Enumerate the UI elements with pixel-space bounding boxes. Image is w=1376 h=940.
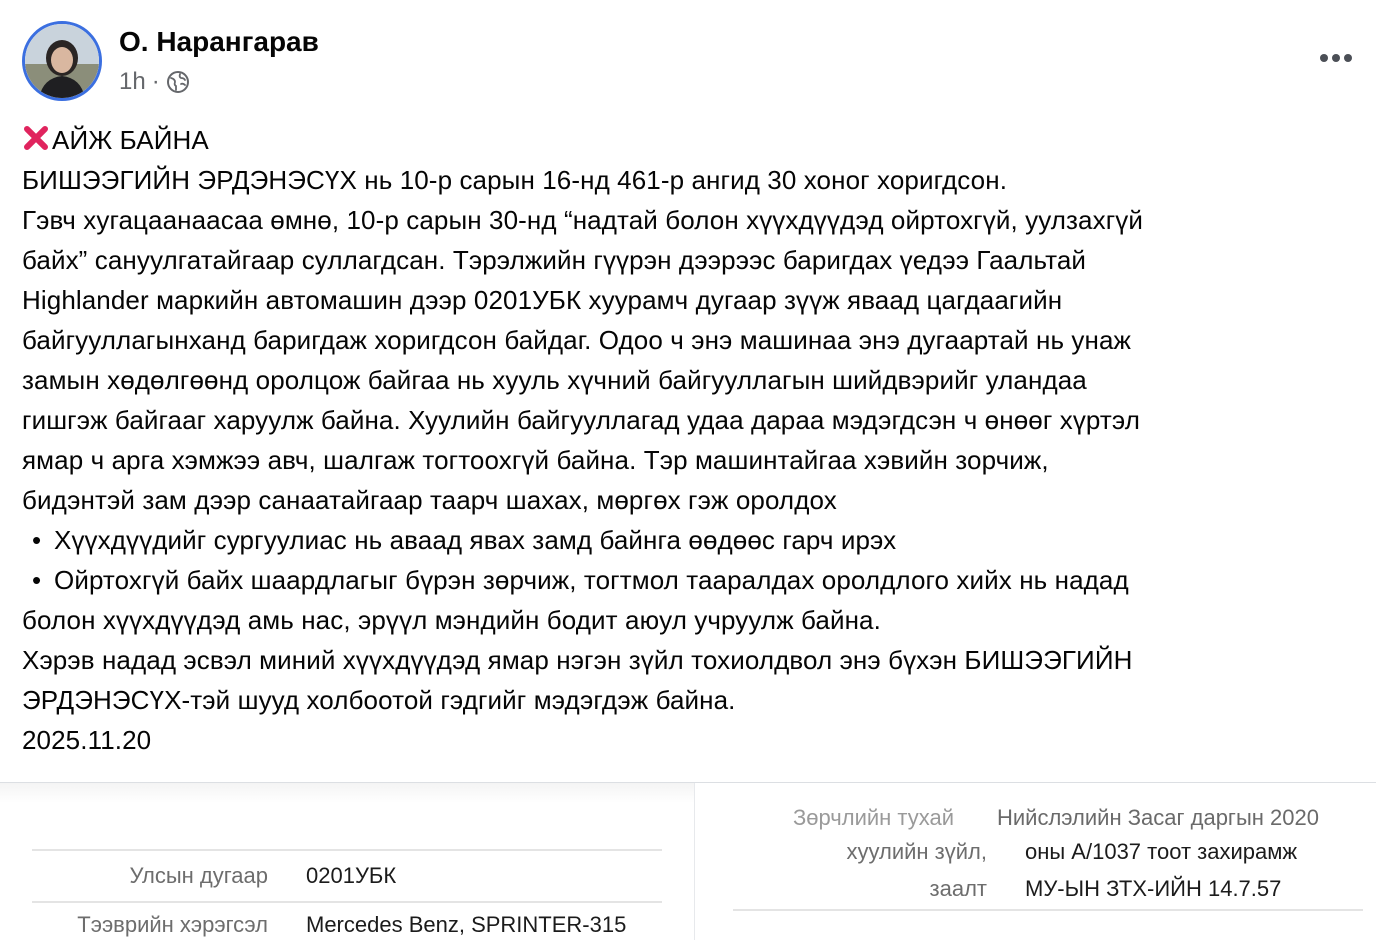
globe-icon[interactable] [166,70,190,94]
bullet-dot: • [32,525,42,555]
more-options-icon [1320,54,1328,62]
avatar-photo [25,24,99,98]
post-line: ЭРДЭНЭСҮХ-тэй шууд холбоотой гэдгийг мэд… [22,685,736,715]
bullet-text: Хүүхдүүдийг сургуулиас нь аваад явах зам… [54,525,897,555]
row-label: Тээврийн хэрэгсэл [77,912,268,937]
post-line: замын хөдөлгөөнд оролцож байгаа нь хууль… [22,365,1087,395]
post-line: байгууллагынханд баригдаж хоригдсон байд… [22,325,1132,355]
post-title-line: АЙЖ БАЙНА [22,120,1367,160]
cross-mark-icon [24,126,48,150]
row-value: оны А/1037 тоот захирамж [1025,839,1298,864]
facebook-post: О. Нарангарав 1h · АЙЖ БАЙНА БИШЭЭГИЙН Э… [0,0,1376,940]
post-line: гишгэж байгааг харуулж байна. Хуулийн ба… [22,405,1140,435]
row-value: Mercedes Benz, SPRINTER-315 [306,912,627,937]
bullet-item: • Хүүхдүүдийг сургуулиас нь аваад явах за… [22,520,1367,560]
row-label: заалт [929,876,987,901]
post-line: Хэрэв надад эсвэл миний хүүхдүүдэд ямар … [22,645,1133,675]
document-row: Тээврийн хэрэгсэл Mercedes Benz, SPRINTE… [32,901,662,940]
attachment-image-right[interactable]: Зөрчлийн тухай Нийслэлийн Засаг даргын 2… [697,783,1376,940]
post-date: 2025.11.20 [22,725,152,755]
post-line: бидэнтэй зам дээр санаатайгаар таарч шах… [22,485,837,515]
cut-off-label: Зөрчлийн тухай [793,805,955,830]
bullet-item: • Ойртохгүй байх шаардлагыг бүрэн зөрчиж,… [22,560,1367,600]
post-line: болон хүүхдүүдэд амь нас, эрүүл мэндийн … [22,605,881,635]
more-options-button[interactable] [1316,44,1356,72]
post-attachments: Улсын дугаар 0201УБК Тээврийн хэрэгсэл M… [0,782,1376,940]
post-text: АЙЖ БАЙНА БИШЭЭГИЙН ЭРДЭНЭСҮХ нь 10-р са… [22,120,1367,760]
post-line: Гэвч хугацаанаасаа өмнө, 10-р сарын 30-н… [22,205,1144,235]
author-name[interactable]: О. Нарангарав [119,26,319,58]
row-value: 0201УБК [306,863,397,888]
document-row: заалт МУ-ЫН ЗТХ-ИЙН 14.7.57 [733,869,1363,911]
post-line: ямар ч арга хэмжээ авч, шалгаж тогтоохгү… [22,445,1049,475]
author-avatar[interactable] [22,21,102,101]
post-meta: 1h · [119,68,190,96]
meta-separator: · [151,68,160,95]
post-line: Highlander маркийн автомашин дээр 0201УБ… [22,285,1063,315]
cut-off-value: Нийслэлийн Засаг даргын 2020 [997,805,1319,830]
post-line: байх” сануулгатайгаар суллагдсан. Тэрэлж… [22,245,1087,275]
image-shade [0,783,694,803]
more-options-icon-dot [1332,54,1340,62]
document-row: хуулийн зүйл, оны А/1037 тоот захирамж [733,835,1363,869]
bullet-dot: • [32,565,42,595]
post-title: АЙЖ БАЙНА [52,125,209,155]
row-label: Улсын дугаар [129,863,269,888]
bullet-text: Ойртохгүй байх шаардлагыг бүрэн зөрчиж, … [54,565,1129,595]
attachment-image-left[interactable]: Улсын дугаар 0201УБК Тээврийн хэрэгсэл M… [0,783,695,940]
row-label: хуулийн зүйл, [846,839,987,864]
row-value: МУ-ЫН ЗТХ-ИЙН 14.7.57 [1025,876,1282,901]
document-row: Улсын дугаар 0201УБК [32,849,662,903]
more-options-icon-dot [1344,54,1352,62]
post-time[interactable]: 1h [119,68,146,96]
post-line: БИШЭЭГИЙН ЭРДЭНЭСҮХ нь 10-р сарын 16-нд … [22,165,1008,195]
